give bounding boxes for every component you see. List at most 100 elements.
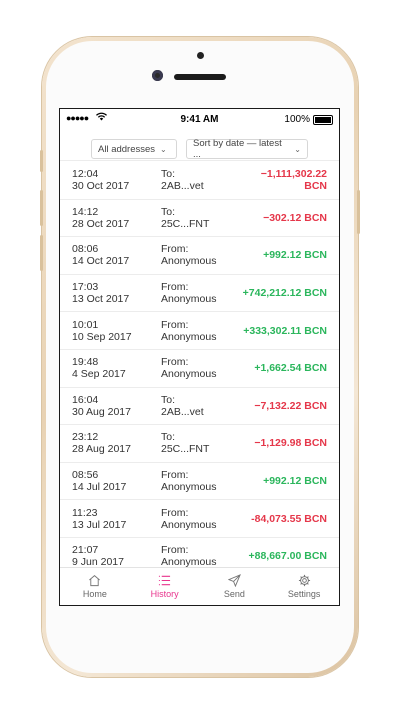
tx-counterparty: Anonymous	[161, 368, 217, 381]
sort-select[interactable]: Sort by date — latest ... ⌄	[186, 138, 308, 160]
tx-time: 16:04	[72, 393, 99, 406]
tx-direction: To:	[161, 431, 176, 444]
front-camera	[152, 70, 163, 81]
tab-label: Settings	[287, 589, 321, 599]
tx-datetime: 08:56 14 Jul 2017	[60, 469, 161, 493]
tx-amount: -84,073.55 BCN	[251, 512, 327, 525]
tx-party: From: Anonymous	[161, 356, 241, 380]
tx-party: From: Anonymous	[161, 243, 241, 267]
tx-time: 21:07	[72, 544, 99, 557]
tx-amount: −7,132.22 BCN	[254, 399, 327, 412]
tx-date: 13 Oct 2017	[72, 293, 130, 306]
tx-date: 28 Oct 2017	[72, 217, 130, 230]
tx-counterparty: 2AB...vet	[161, 180, 204, 193]
tx-counterparty: Anonymous	[161, 518, 217, 531]
address-select[interactable]: All addresses ⌄	[91, 139, 177, 159]
tx-counterparty: 2AB...vet	[161, 405, 204, 418]
tx-date: 14 Oct 2017	[72, 255, 130, 268]
tx-amount: −302.12 BCN	[263, 211, 327, 224]
tx-datetime: 17:03 13 Oct 2017	[60, 281, 161, 305]
tx-date: 28 Aug 2017	[72, 443, 131, 456]
tx-amount: +992.12 BCN	[263, 475, 327, 488]
tx-datetime: 23:12 28 Aug 2017	[60, 431, 161, 455]
sort-select-label: Sort by date — latest ...	[193, 138, 282, 160]
tx-amount: +742,212.12 BCN	[242, 287, 327, 300]
earpiece-speaker	[174, 74, 226, 80]
tx-amount: −1,111,302.22 BCN	[260, 168, 327, 193]
transaction-row[interactable]: 19:48 4 Sep 2017 From: Anonymous +1,662.54 B…	[60, 350, 339, 388]
phone-side-button	[357, 190, 360, 234]
transaction-row[interactable]: 08:06 14 Oct 2017 From: Anonymous +992.12 BC…	[60, 237, 339, 275]
tx-direction: From:	[161, 243, 189, 256]
tab-label: Send	[223, 589, 245, 599]
tx-time: 12:04	[72, 168, 99, 181]
tx-amount: +992.12 BCN	[263, 249, 327, 262]
tx-counterparty: Anonymous	[161, 293, 217, 306]
tx-direction: To:	[161, 205, 176, 218]
tx-time: 11:23	[72, 506, 98, 519]
tab-label: History	[150, 589, 179, 599]
transaction-row[interactable]: 21:07 9 Jun 2017 From: Anonymous +88,667.00 …	[60, 538, 339, 568]
tx-direction: From:	[161, 544, 189, 557]
tx-time: 08:06	[72, 243, 99, 256]
battery-icon	[313, 114, 333, 125]
tx-datetime: 16:04 30 Aug 2017	[60, 394, 161, 418]
proximity-sensor	[197, 52, 204, 59]
tab-settings[interactable]: Settings	[269, 568, 339, 605]
home-icon	[89, 575, 101, 587]
tx-party: To: 25C...FNT	[161, 206, 241, 230]
tx-time: 10:01	[72, 318, 99, 331]
tx-time: 08:56	[72, 469, 99, 482]
tx-date: 4 Sep 2017	[72, 368, 126, 381]
tx-direction: From:	[161, 469, 189, 482]
tx-direction: To:	[161, 393, 176, 406]
tx-date: 30 Oct 2017	[72, 180, 130, 193]
transaction-row[interactable]: 17:03 13 Oct 2017 From: Anonymous +742,212.1…	[60, 275, 339, 313]
transaction-row[interactable]: 11:23 13 Jul 2017 From: Anonymous -84,073.55…	[60, 500, 339, 538]
status-bar: ●●●●● 9:41 AM 100%	[60, 109, 339, 129]
gear-icon	[298, 574, 310, 587]
transaction-row[interactable]: 10:01 10 Sep 2017 From: Anonymous +333,302.1…	[60, 312, 339, 350]
tx-counterparty: 25C...FNT	[161, 443, 210, 456]
tx-counterparty: 25C...FNT	[161, 217, 210, 230]
tx-party: To: 2AB...vet	[161, 394, 241, 418]
tx-date: 30 Aug 2017	[72, 405, 131, 418]
phone-side-button	[40, 190, 43, 226]
tx-time: 23:12	[72, 431, 99, 444]
tx-datetime: 08:06 14 Oct 2017	[60, 243, 161, 267]
tx-datetime: 11:23 13 Jul 2017	[60, 507, 161, 531]
tx-direction: From:	[161, 356, 189, 369]
tx-time: 17:03	[72, 281, 99, 294]
transaction-list[interactable]: 12:04 30 Oct 2017 To: 2AB...vet −1,111,302.2…	[60, 162, 339, 568]
tx-amount: +1,662.54 BCN	[254, 362, 327, 375]
tab-history[interactable]: History	[130, 568, 200, 605]
tx-datetime: 10:01 10 Sep 2017	[60, 319, 161, 343]
tx-party: From: Anonymous	[161, 544, 241, 568]
tab-label: Home	[82, 589, 107, 599]
tx-counterparty: Anonymous	[161, 255, 217, 268]
transaction-row[interactable]: 16:04 30 Aug 2017 To: 2AB...vet −7,132.22 BC…	[60, 388, 339, 426]
tx-amount: +88,667.00 BCN	[248, 550, 327, 563]
tab-home[interactable]: Home	[60, 568, 130, 605]
tx-party: From: Anonymous	[161, 281, 241, 305]
tx-direction: From:	[161, 318, 189, 331]
chevron-down-icon: ⌄	[160, 144, 167, 154]
tx-date: 14 Jul 2017	[72, 481, 127, 494]
transaction-row[interactable]: 12:04 30 Oct 2017 To: 2AB...vet −1,111,302.2…	[60, 162, 339, 200]
tx-datetime: 12:04 30 Oct 2017	[60, 168, 161, 192]
send-icon	[227, 574, 241, 587]
tx-amount: +333,302.11 BCN	[243, 324, 327, 337]
tab-bar: Home History Send Settings	[60, 567, 339, 605]
tab-send[interactable]: Send	[200, 568, 270, 605]
tx-date: 10 Sep 2017	[72, 330, 132, 343]
tx-party: To: 25C...FNT	[161, 431, 241, 455]
tx-time: 19:48	[72, 356, 99, 369]
address-select-label: All addresses	[98, 143, 156, 155]
transaction-row[interactable]: 08:56 14 Jul 2017 From: Anonymous +992.12 BC…	[60, 463, 339, 501]
tx-direction: From:	[161, 506, 189, 519]
transaction-row[interactable]: 23:12 28 Aug 2017 To: 25C...FNT −1,129.98 BC…	[60, 425, 339, 463]
phone-side-button	[40, 150, 43, 172]
transaction-row[interactable]: 14:12 28 Oct 2017 To: 25C...FNT −302.12 BCN	[60, 200, 339, 238]
phone-side-button	[40, 235, 43, 271]
tx-counterparty: Anonymous	[161, 481, 217, 494]
